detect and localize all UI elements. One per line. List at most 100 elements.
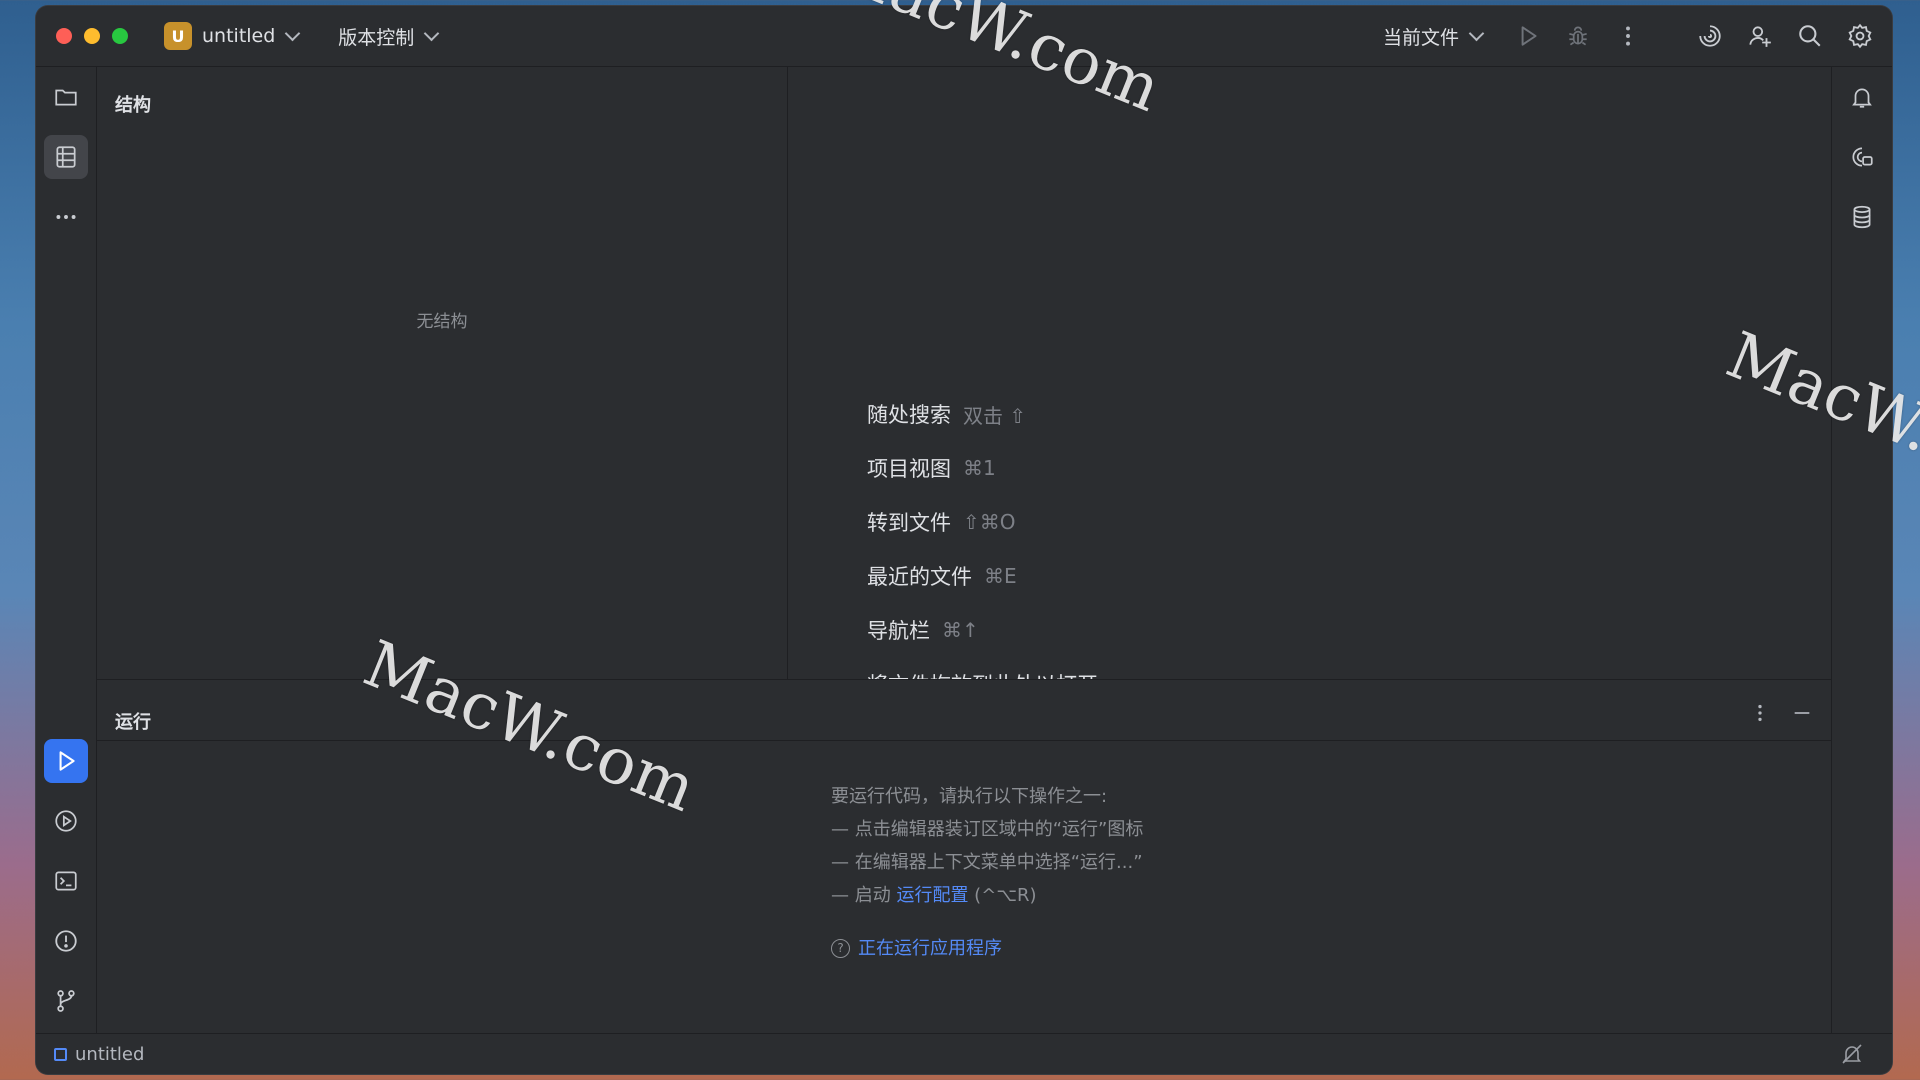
hint-project-view: 项目视图 ⌘1: [867, 441, 1098, 495]
git-tool-button[interactable]: [44, 979, 88, 1023]
ide-window: U untitled 版本控制 当前文件 结构 无结构 随处搜索 双击 ⇧ 项目…: [36, 6, 1892, 1074]
hint-shortcut: ⌘E: [984, 564, 1017, 588]
run-panel-options-button[interactable]: [1749, 702, 1771, 728]
toolbar-right: 当前文件: [1383, 6, 1892, 66]
bell-icon: [1852, 88, 1872, 108]
ai-assistant-button[interactable]: [1692, 18, 1728, 54]
minimize-icon: [1794, 712, 1810, 714]
run-panel-title: 运行: [115, 712, 151, 733]
more-horizontal-icon: [56, 215, 76, 219]
settings-button[interactable]: [1842, 18, 1878, 54]
structure-panel-title: 结构: [115, 95, 151, 116]
bug-icon: [1569, 26, 1587, 46]
vcs-menu[interactable]: 版本控制: [338, 23, 440, 50]
project-tool-button[interactable]: [44, 75, 88, 119]
editor-empty-area[interactable]: 随处搜索 双击 ⇧ 项目视图 ⌘1 转到文件 ⇧⌘O 最近的文件 ⌘E 导航栏 …: [788, 67, 1831, 697]
hint-label: 导航栏: [867, 619, 930, 643]
run-option-config-prefix: — 启动: [831, 885, 897, 906]
minimize-window-button[interactable]: [84, 28, 100, 44]
editor-hints: 随处搜索 双击 ⇧ 项目视图 ⌘1 转到文件 ⇧⌘O 最近的文件 ⌘E 导航栏 …: [867, 387, 1098, 711]
hint-goto-file: 转到文件 ⇧⌘O: [867, 495, 1098, 549]
ai-chat-icon: [1852, 147, 1873, 167]
status-bar: untitled: [36, 1033, 1892, 1074]
code-with-me-button[interactable]: [1742, 18, 1778, 54]
project-square-icon: [54, 1047, 67, 1061]
spiral-icon: [1699, 25, 1721, 47]
hint-label: 转到文件: [867, 511, 951, 535]
ai-chat-button[interactable]: [1840, 135, 1884, 179]
close-window-button[interactable]: [56, 28, 72, 44]
play-icon: [1521, 26, 1537, 46]
hint-recent-files: 最近的文件 ⌘E: [867, 549, 1098, 603]
project-badge: U: [164, 22, 192, 50]
warning-circle-icon: [55, 930, 77, 952]
hint-shortcut: ⇧⌘O: [963, 510, 1016, 534]
more-vertical-icon: [1758, 704, 1762, 722]
power-save-button[interactable]: [1840, 1042, 1864, 1070]
run-panel-actions: [1749, 702, 1813, 728]
branch-icon: [57, 990, 75, 1012]
structure-panel: 结构 无结构: [97, 67, 788, 679]
run-intro: 要运行代码，请执行以下操作之一:: [831, 786, 1108, 807]
more-actions-button[interactable]: [1610, 18, 1646, 54]
run-tool-button[interactable]: [44, 739, 88, 783]
gear-icon: [1848, 23, 1872, 49]
search-button[interactable]: [1792, 18, 1828, 54]
left-tool-strip: [36, 67, 97, 1034]
problems-tool-button[interactable]: [44, 919, 88, 963]
run-config-link[interactable]: 运行配置: [896, 885, 968, 906]
vcs-label: 版本控制: [338, 26, 415, 49]
structure-empty-text: 无结构: [416, 312, 468, 332]
project-selector[interactable]: U untitled: [164, 22, 301, 50]
folder-icon: [55, 89, 77, 106]
help-running-apps[interactable]: ? 正在运行应用程序: [831, 932, 1143, 965]
zoom-window-button[interactable]: [112, 28, 128, 44]
run-panel-header: 运行: [97, 680, 1831, 741]
hint-shortcut: 双击 ⇧: [963, 403, 1027, 428]
run-option-config: — 启动 运行配置 (^⌥R): [831, 879, 1143, 912]
notification-off-icon: [1842, 1044, 1862, 1064]
statusbar-project[interactable]: untitled: [54, 1044, 144, 1065]
hint-search-everywhere: 随处搜索 双击 ⇧: [867, 387, 1098, 441]
run-option-context-menu: — 在编辑器上下文菜单中选择“运行...”: [831, 852, 1143, 873]
question-icon: ?: [831, 939, 850, 958]
project-name: untitled: [202, 25, 276, 47]
title-bar: U untitled 版本控制 当前文件: [36, 6, 1892, 67]
run-config-selector[interactable]: 当前文件: [1382, 23, 1485, 50]
add-user-icon: [1749, 26, 1771, 47]
debug-button[interactable]: [1560, 18, 1596, 54]
play-icon: [59, 751, 75, 771]
more-tools-button[interactable]: [44, 195, 88, 239]
hint-shortcut: ⌘↑: [942, 618, 979, 642]
more-vertical-icon: [1626, 26, 1630, 46]
run-panel: 运行 要运行代码，请执行以下操作之一: — 点击编辑器装订区域中的“运行”图标 …: [97, 679, 1831, 1034]
services-tool-button[interactable]: [44, 799, 88, 843]
hint-label: 随处搜索: [867, 403, 951, 427]
search-icon: [1799, 25, 1821, 47]
notifications-button[interactable]: [1840, 75, 1884, 119]
chevron-down-icon: [285, 25, 301, 42]
statusbar-project-name: untitled: [75, 1043, 145, 1065]
database-icon: [1853, 205, 1871, 229]
run-option-config-shortcut: (^⌥R): [968, 885, 1037, 906]
chevron-down-icon: [424, 25, 440, 42]
chevron-down-icon: [1468, 25, 1485, 42]
run-panel-minimize-button[interactable]: [1791, 702, 1813, 728]
services-icon: [55, 810, 77, 832]
right-tool-strip: [1831, 67, 1892, 1034]
run-config-label: 当前文件: [1382, 26, 1459, 49]
hint-label: 最近的文件: [867, 565, 972, 589]
run-button[interactable]: [1510, 18, 1546, 54]
run-option-gutter: — 点击编辑器装订区域中的“运行”图标: [831, 819, 1144, 840]
terminal-icon: [55, 871, 77, 891]
help-running-apps-link[interactable]: 正在运行应用程序: [858, 932, 1002, 965]
terminal-tool-button[interactable]: [44, 859, 88, 903]
database-button[interactable]: [1840, 195, 1884, 239]
window-controls: [56, 28, 128, 44]
hint-navigation-bar: 导航栏 ⌘↑: [867, 603, 1098, 657]
structure-tool-button[interactable]: [44, 135, 88, 179]
hint-shortcut: ⌘1: [963, 456, 996, 480]
run-panel-instructions: 要运行代码，请执行以下操作之一: — 点击编辑器装订区域中的“运行”图标 — 在…: [831, 780, 1143, 965]
structure-icon: [56, 146, 76, 168]
hint-label: 项目视图: [867, 457, 951, 481]
